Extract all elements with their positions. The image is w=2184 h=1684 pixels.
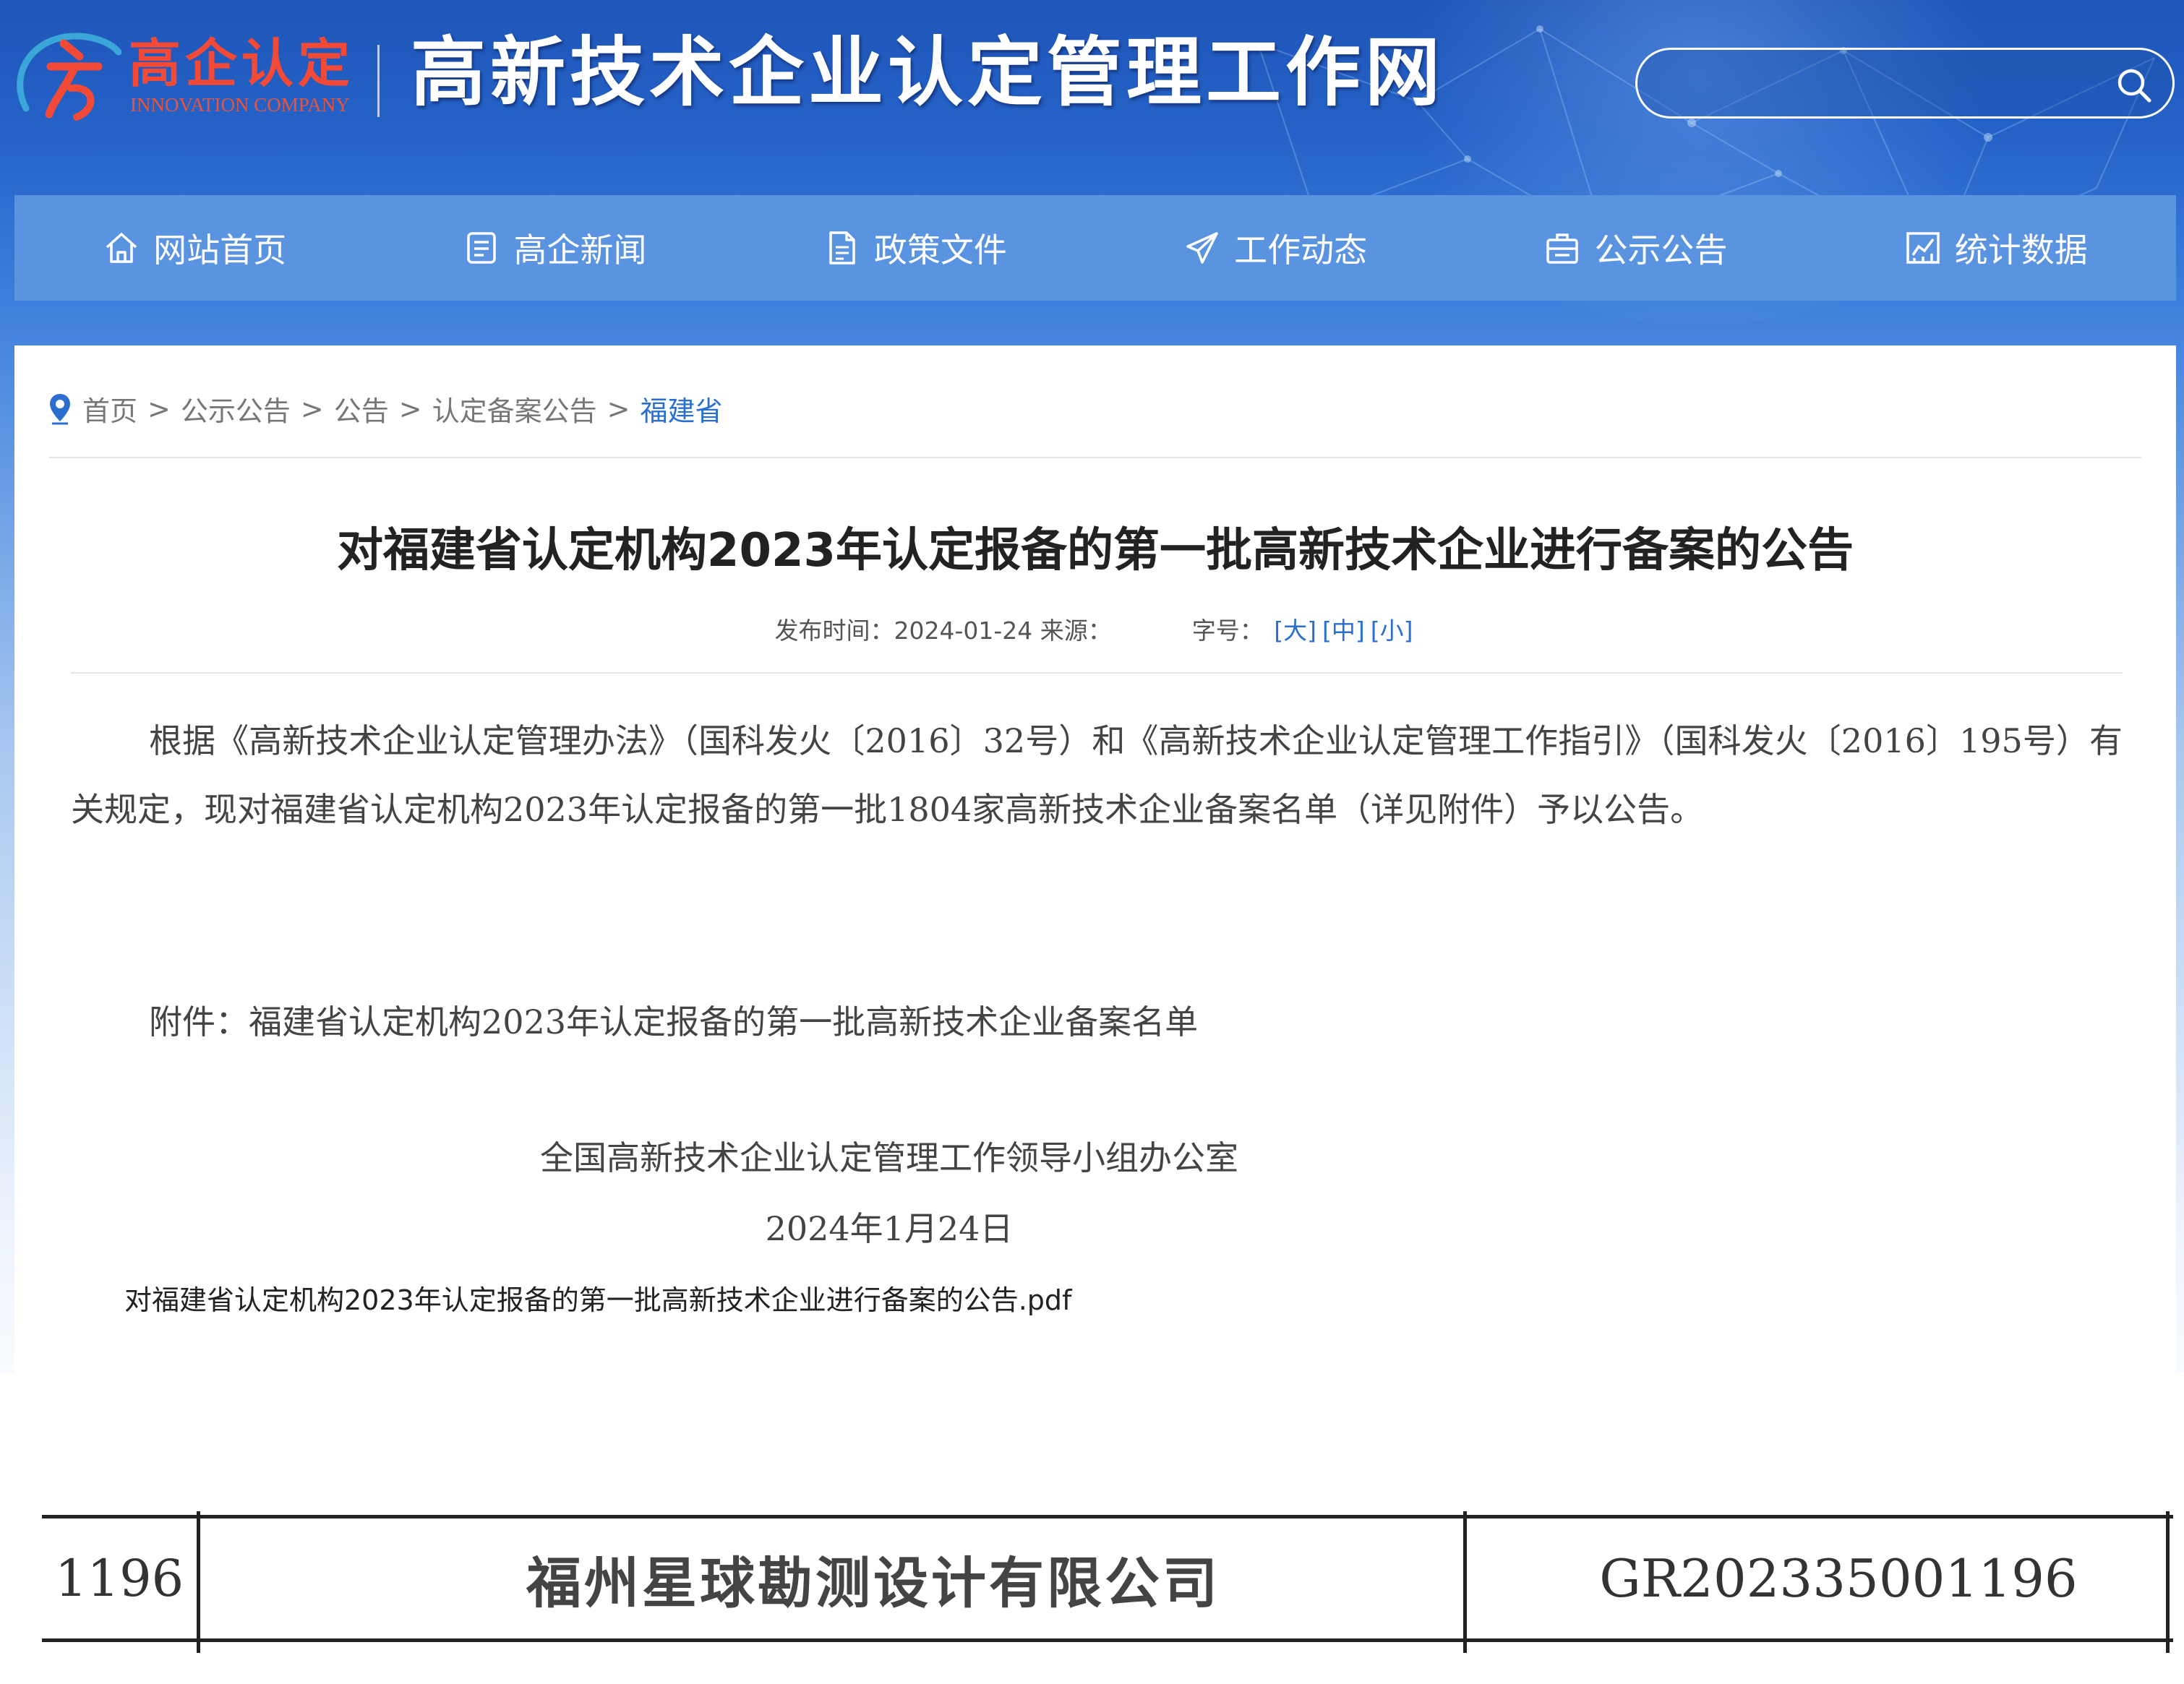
news-icon <box>467 232 497 264</box>
nav-label: 公示公告 <box>1594 231 1728 270</box>
font-size-large-button[interactable]: [大] <box>1274 617 1316 645</box>
font-size-medium-button[interactable]: [中] <box>1322 617 1365 645</box>
divider <box>71 672 2123 674</box>
signature-date: 2024年1月24日 <box>765 1209 1014 1248</box>
logo-subtext: INNOVATION COMPANY <box>130 94 350 116</box>
logo-divider <box>377 45 380 117</box>
breadcrumb-current[interactable]: 福建省 <box>640 389 722 429</box>
signature-org: 全国高新技术企业认定管理工作领导小组办公室 <box>540 1138 1238 1177</box>
article-body: 根据《高新技术企业认定管理办法》（国科发火〔2016〕32号）和《高新技术企业认… <box>71 721 2123 829</box>
nav-item-home[interactable]: 网站首页 <box>14 195 374 301</box>
pdf-attachment-link[interactable]: 对福建省认定机构2023年认定报备的第一批高新技术企业进行备案的公告.pdf <box>124 1278 1071 1318</box>
nav-item-policy[interactable]: 政策文件 <box>735 195 1095 301</box>
nav-label: 网站首页 <box>153 231 287 270</box>
home-icon <box>106 233 137 263</box>
nav-item-stats[interactable]: 统计数据 <box>1816 195 2176 301</box>
nav-label: 工作动态 <box>1234 231 1368 270</box>
send-icon <box>1186 232 1218 264</box>
logo-text: 高企认定 <box>129 33 355 94</box>
logo-icon <box>17 33 121 121</box>
attachment-line: 附件：福建省认定机构2023年认定报备的第一批高新技术企业备案名单 <box>149 1002 1199 1041</box>
source-label: 来源： <box>1040 617 1112 645</box>
nav-item-news[interactable]: 高企新闻 <box>374 195 735 301</box>
article-title: 对福建省认定机构2023年认定报备的第一批高新技术企业进行备案的公告 <box>336 524 1854 577</box>
row-number: 1196 <box>55 1549 184 1608</box>
breadcrumb-announcement[interactable]: 公告 <box>334 389 389 429</box>
article-meta: 发布时间：2024-01-24 来源： 字号： [大] [中] [小] <box>14 611 2176 646</box>
breadcrumb-separator: > <box>607 392 630 425</box>
briefcase-icon <box>1546 233 1579 264</box>
article-card: 首页 > 公示公告 > 公告 > 认定备案公告 > 福建省 对福建省认定机构20… <box>14 345 2176 1373</box>
divider <box>49 457 2141 458</box>
table-row: 1196 福州星球勘测设计有限公司 GR202335001196 <box>42 1511 2173 1653</box>
main-nav: 网站首页 高企新闻 政策文件 工作动态 公示公告 统计数据 <box>14 195 2176 301</box>
nav-item-work[interactable]: 工作动态 <box>1095 195 1455 301</box>
breadcrumb-separator: > <box>398 392 422 425</box>
breadcrumb-notices[interactable]: 公示公告 <box>181 389 291 429</box>
search-input[interactable] <box>1666 63 2089 108</box>
breadcrumb-filing-notice[interactable]: 认定备案公告 <box>432 389 597 429</box>
document-icon <box>829 231 855 265</box>
nav-label: 高企新闻 <box>513 231 647 270</box>
publish-label: 发布时间： <box>774 617 894 645</box>
publish-date: 2024-01-24 <box>894 617 1033 645</box>
site-title: 高新技术企业认定管理工作网 <box>411 27 1445 116</box>
font-size-label: 字号： <box>1191 617 1264 645</box>
nav-label: 统计数据 <box>1954 231 2088 270</box>
nav-item-notice[interactable]: 公示公告 <box>1455 195 1815 301</box>
search-box[interactable] <box>1635 48 2175 119</box>
location-pin-icon <box>50 393 70 424</box>
breadcrumb-separator: > <box>300 392 324 425</box>
search-icon[interactable] <box>2115 66 2154 105</box>
certificate-code: GR202335001196 <box>1599 1548 2078 1609</box>
nav-label: 政策文件 <box>873 231 1007 270</box>
chart-icon <box>1906 232 1940 264</box>
breadcrumb-separator: > <box>147 392 171 425</box>
breadcrumb-home[interactable]: 首页 <box>82 389 137 429</box>
company-name: 福州星球勘测设计有限公司 <box>526 1551 1220 1615</box>
font-size-small-button[interactable]: [小] <box>1371 617 1413 645</box>
breadcrumb: 首页 > 公示公告 > 公告 > 认定备案公告 > 福建省 <box>48 389 722 429</box>
